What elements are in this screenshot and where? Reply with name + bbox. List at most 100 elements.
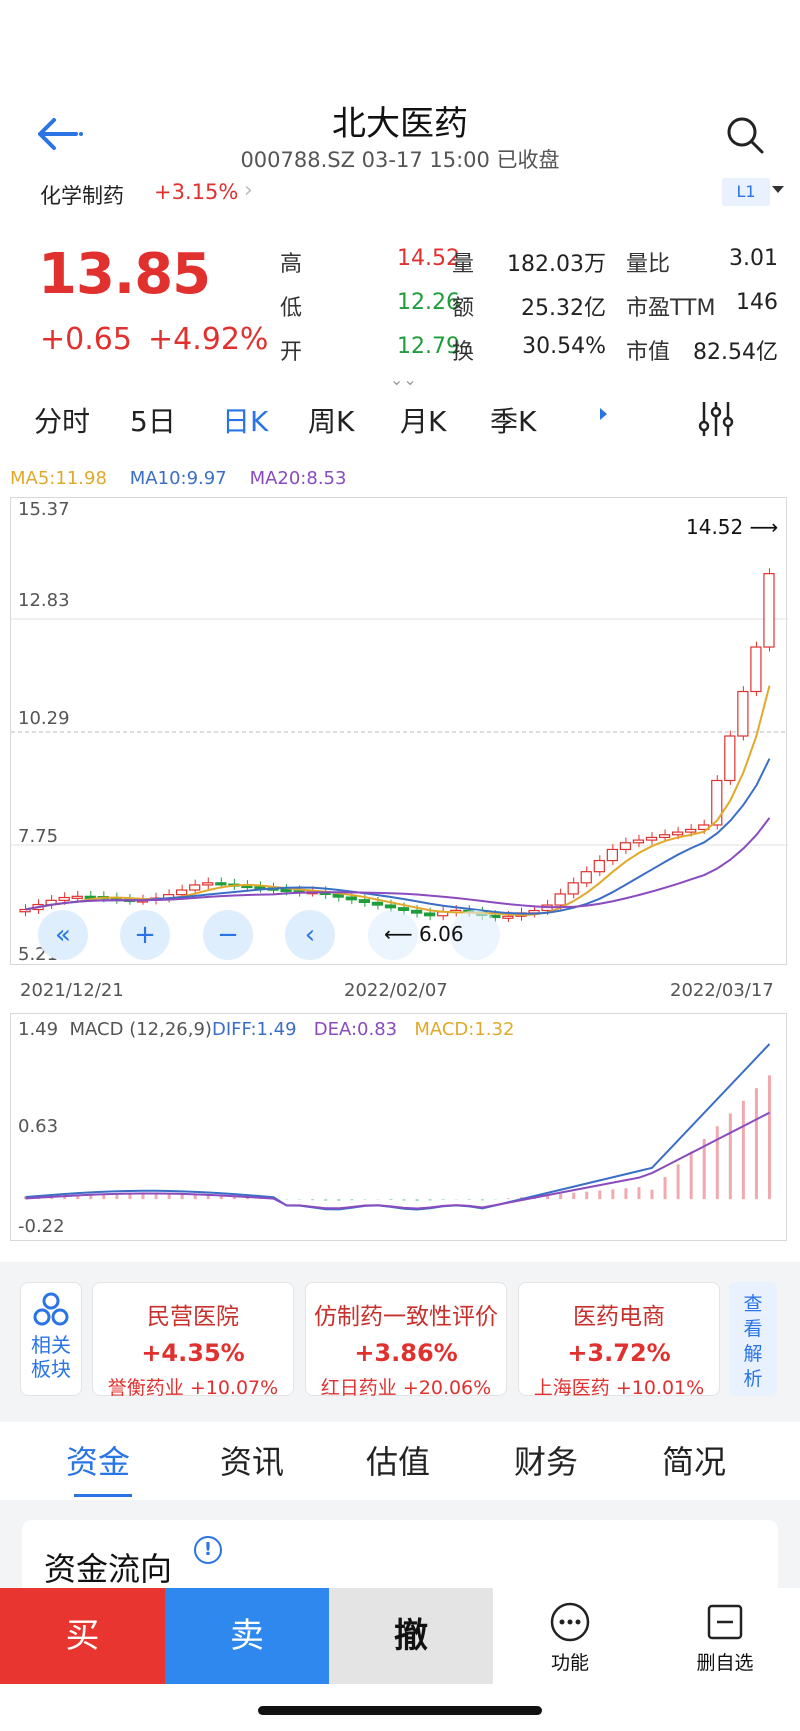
quote-value: 30.54% xyxy=(522,334,606,359)
kline-svg xyxy=(11,568,788,922)
level-badge[interactable]: L1 xyxy=(722,178,770,206)
kline-ylabel-3: 10.29 xyxy=(18,708,70,729)
stock-title: 北大医药 xyxy=(332,104,468,144)
candle-body xyxy=(750,646,762,693)
expand-chevron-icon[interactable]: ⌄⌄ xyxy=(390,370,417,389)
functions-label: 功能 xyxy=(550,1652,589,1674)
quote-label: 量比 xyxy=(626,252,671,277)
kline-chart[interactable] xyxy=(10,497,788,965)
zoom-in-button[interactable]: + xyxy=(120,910,170,960)
quote-value: 182.03万 xyxy=(507,252,606,277)
tab-intraday[interactable]: 分时 xyxy=(34,400,90,440)
info-icon[interactable]: ! xyxy=(194,1536,222,1564)
view-analysis-button[interactable]: 查看解析 xyxy=(729,1282,777,1396)
related-sectors-label: 相关板块 xyxy=(31,1333,71,1381)
ma10-label: MA10:9.97 xyxy=(129,468,227,489)
macd-ylabel-bottom: -0.22 xyxy=(18,1216,65,1237)
candle-body xyxy=(658,834,671,839)
tab-capital[interactable]: 资金 xyxy=(66,1437,130,1483)
ma-legend: MA5:11.98 MA10:9.97 MA20:8.53 xyxy=(10,468,346,489)
functions-button[interactable]: 功能 xyxy=(530,1600,610,1680)
kline-ylabel-top: 15.37 xyxy=(18,499,70,520)
industry-name[interactable]: 化学制药 xyxy=(40,180,124,210)
candle-body xyxy=(189,884,201,891)
tab-monthly-k[interactable]: 月K xyxy=(400,400,446,440)
kline-ylabel-2: 12.83 xyxy=(18,590,70,611)
hexagon-cluster-icon xyxy=(33,1292,69,1326)
search-button[interactable] xyxy=(722,112,770,160)
stock-subtitle: 000788.SZ 03-17 15:00 已收盘 xyxy=(240,148,560,172)
buy-button[interactable]: 买 xyxy=(0,1588,165,1684)
low-marker: ⟵ 6.06 xyxy=(384,922,464,946)
sector-leader: 上海医药 +10.01% xyxy=(533,1377,705,1399)
tab-quarterly-k[interactable]: 季K xyxy=(490,400,536,440)
candle-body xyxy=(71,895,83,899)
quote-value: 25.32亿 xyxy=(521,296,606,321)
quote-label: 换 xyxy=(452,340,475,365)
macd-value: MACD:1.32 xyxy=(414,1019,515,1040)
candle-body xyxy=(280,888,292,893)
price-change: +0.65 xyxy=(40,322,132,357)
quote-label: 低 xyxy=(280,296,303,321)
candle-body xyxy=(671,831,684,836)
quote-label: 市盈TTM xyxy=(626,296,716,321)
quote-label: 开 xyxy=(280,340,303,365)
tab-weekly-k[interactable]: 周K xyxy=(308,400,354,440)
macd-chart[interactable] xyxy=(10,1013,787,1241)
quote-value: 146 xyxy=(736,290,778,315)
ma20-line xyxy=(25,817,771,911)
candle-body xyxy=(384,904,397,909)
chart-settings-icon[interactable] xyxy=(696,398,736,440)
caret-down-icon[interactable] xyxy=(772,186,784,193)
tab-finance[interactable]: 财务 xyxy=(514,1437,578,1483)
sector-pct: +4.35% xyxy=(141,1339,245,1367)
candle-body xyxy=(58,896,70,901)
tab-5day[interactable]: 5日 xyxy=(130,400,176,440)
sell-button[interactable]: 卖 xyxy=(165,1588,329,1684)
more-tabs-icon[interactable] xyxy=(600,408,607,420)
quote-label: 高 xyxy=(280,252,303,277)
quote-value: 3.01 xyxy=(729,246,778,271)
chevron-right-icon[interactable]: › xyxy=(244,178,253,203)
sector-name: 民营医院 xyxy=(147,1304,239,1330)
cancel-order-button[interactable]: 撤 xyxy=(329,1588,493,1684)
date-mid: 2022/02/07 xyxy=(344,980,448,1001)
candle-body xyxy=(619,842,632,851)
candle-body xyxy=(215,882,227,886)
scroll-left-button[interactable]: ‹ xyxy=(285,910,335,960)
remove-watchlist-icon xyxy=(707,1604,743,1640)
scroll-left-fast-button[interactable]: « xyxy=(38,910,88,960)
zoom-out-button[interactable]: − xyxy=(203,910,253,960)
kline-ylabel-4: 7.75 xyxy=(18,826,59,847)
tab-news[interactable]: 资讯 xyxy=(220,1437,284,1483)
candle-body xyxy=(711,779,723,826)
sector-leader: 红日药业 +20.06% xyxy=(320,1377,492,1399)
candle-body xyxy=(371,901,384,906)
sector-pct: +3.72% xyxy=(567,1339,671,1367)
quote-label: 额 xyxy=(452,296,475,321)
candle-body xyxy=(580,871,592,884)
quote-value: 82.54亿 xyxy=(693,340,778,365)
candle-body xyxy=(724,735,736,782)
home-indicator xyxy=(258,1706,542,1715)
candle-body xyxy=(737,690,749,737)
sector-card[interactable]: 民营医院 +4.35% 誉衡药业 +10.07% xyxy=(92,1282,294,1399)
sector-card[interactable]: 医药电商 +3.72% 上海医药 +10.01% xyxy=(518,1282,720,1399)
candle-body xyxy=(502,915,514,919)
remove-watchlist-button[interactable]: 删自选 xyxy=(680,1600,770,1680)
related-sectors-card[interactable]: 相关板块 xyxy=(20,1282,82,1396)
ma20-label: MA20:8.53 xyxy=(249,468,347,489)
sector-card[interactable]: 仿制药一致性评价 +3.86% 红日药业 +20.06% xyxy=(305,1282,507,1399)
candle-body xyxy=(567,882,579,895)
date-end: 2022/03/17 xyxy=(670,980,774,1001)
tab-valuation[interactable]: 估值 xyxy=(366,1437,430,1483)
high-marker-value: 14.52 xyxy=(686,515,744,539)
tab-profile[interactable]: 简况 xyxy=(662,1437,726,1483)
quote-value: 14.52 xyxy=(397,246,460,271)
diff-line xyxy=(25,1043,771,1211)
tab-daily-k[interactable]: 日K xyxy=(222,400,268,440)
macd-legend: 1.49 MACD (12,26,9)DIFF:1.49 DEA:0.83 MA… xyxy=(18,1019,514,1040)
quote-value: 12.26 xyxy=(397,290,460,315)
ma5-line xyxy=(25,685,771,916)
candle-body xyxy=(358,899,370,903)
